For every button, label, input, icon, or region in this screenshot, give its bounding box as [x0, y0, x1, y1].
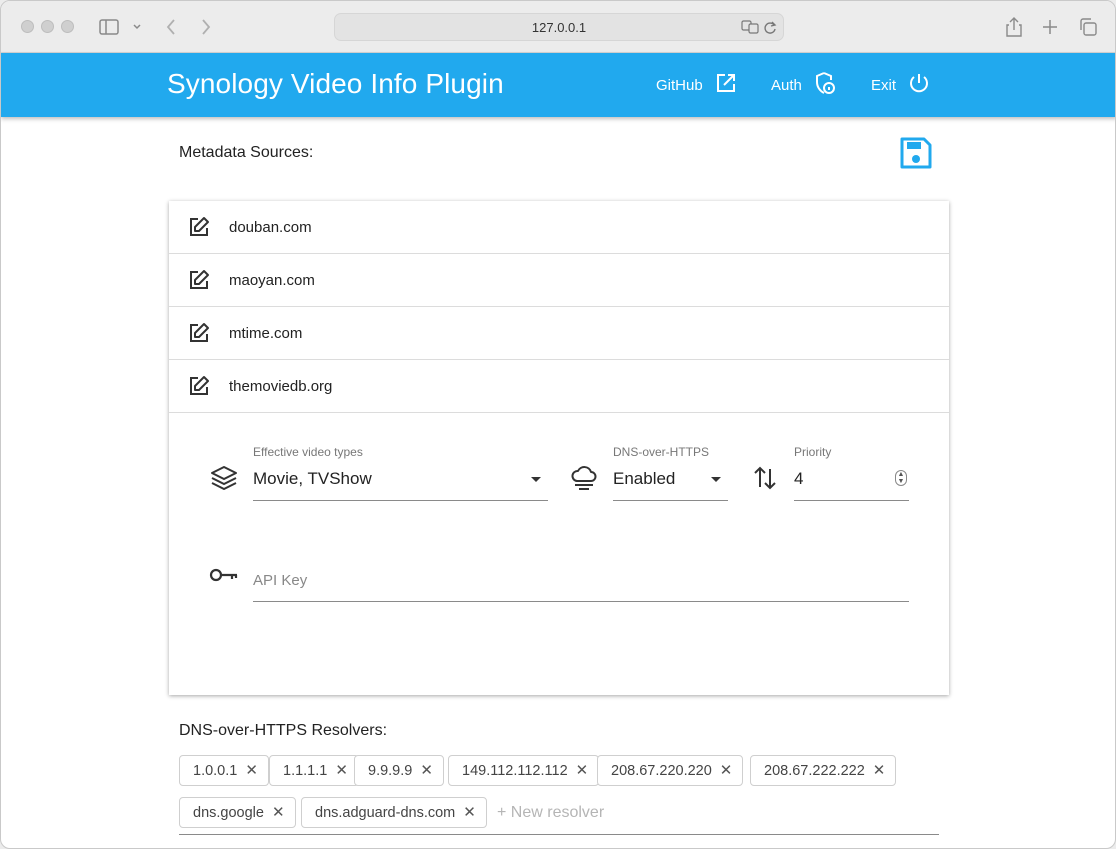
- resolver-chip: dns.google ✕: [179, 797, 296, 828]
- edit-icon: [188, 322, 210, 344]
- new-resolver-input[interactable]: [497, 803, 777, 823]
- source-row-mtime[interactable]: mtime.com: [169, 307, 949, 360]
- priority-underline: [794, 500, 909, 501]
- power-icon: [908, 72, 930, 98]
- video-types-underline: [253, 500, 548, 501]
- source-name: themoviedb.org: [229, 377, 333, 395]
- close-icon[interactable]: ✕: [463, 805, 476, 820]
- edit-icon: [188, 216, 210, 238]
- tab-overview-icon[interactable]: [1076, 15, 1100, 39]
- minimize-window-button[interactable]: [41, 20, 54, 33]
- shield-lock-icon: [814, 71, 836, 99]
- close-icon[interactable]: ✕: [335, 763, 348, 778]
- source-row-themoviedb[interactable]: themoviedb.org: [169, 360, 949, 413]
- metadata-sources-heading: Metadata Sources:: [179, 144, 314, 161]
- number-stepper[interactable]: ▲ ▼: [895, 470, 907, 486]
- close-window-button[interactable]: [21, 20, 34, 33]
- source-name: douban.com: [229, 218, 312, 236]
- url-text: 127.0.0.1: [531, 20, 587, 35]
- resolver-chip-label: dns.adguard-dns.com: [315, 804, 456, 821]
- forward-icon[interactable]: [194, 15, 218, 39]
- resolver-chip: 1.1.1.1 ✕: [269, 755, 359, 786]
- exit-button[interactable]: Exit: [871, 73, 930, 97]
- edit-icon: [188, 375, 210, 397]
- new-tab-icon[interactable]: [1038, 15, 1062, 39]
- browser-toolbar: 127.0.0.1: [1, 1, 1115, 53]
- chevron-down-icon[interactable]: [711, 477, 721, 482]
- auth-label: Auth: [771, 76, 802, 94]
- app-title: Synology Video Info Plugin: [167, 68, 504, 99]
- chevron-down-icon[interactable]: [531, 477, 541, 482]
- github-button[interactable]: GitHub: [656, 73, 737, 97]
- resolver-chip-label: 208.67.220.220: [611, 762, 712, 779]
- browser-window: 127.0.0.1 Synology Video Info Plugin Git…: [0, 0, 1116, 849]
- share-icon[interactable]: [1002, 15, 1026, 39]
- resolver-chip-label: dns.google: [193, 804, 264, 821]
- close-icon[interactable]: ✕: [576, 763, 589, 778]
- source-name: maoyan.com: [229, 271, 315, 289]
- external-link-icon: [715, 72, 737, 98]
- address-bar[interactable]: 127.0.0.1: [334, 13, 784, 41]
- layers-icon: [210, 465, 238, 491]
- doh-label: DNS-over-HTTPS: [613, 445, 710, 459]
- api-key-underline: [253, 601, 909, 602]
- doh-select[interactable]: Enabled: [613, 469, 675, 489]
- close-icon[interactable]: ✕: [873, 763, 886, 778]
- edit-icon: [188, 269, 210, 291]
- api-key-input[interactable]: API Key: [253, 572, 307, 589]
- resolver-chip: 208.67.220.220 ✕: [597, 755, 744, 786]
- close-icon[interactable]: ✕: [720, 763, 733, 778]
- priority-label: Priority: [794, 445, 832, 459]
- resolver-chip-label: 149.112.112.112: [462, 762, 568, 779]
- priority-input[interactable]: 4: [794, 469, 803, 489]
- source-row-douban[interactable]: douban.com: [169, 201, 949, 254]
- save-icon[interactable]: [899, 136, 933, 170]
- resolver-input-underline: [179, 834, 939, 835]
- resolver-chip-label: 208.67.222.222: [764, 762, 865, 779]
- resolver-chip: 1.0.0.1 ✕: [179, 755, 269, 786]
- source-row-maoyan[interactable]: maoyan.com: [169, 254, 949, 307]
- exit-label: Exit: [871, 76, 897, 94]
- close-icon[interactable]: ✕: [420, 763, 433, 778]
- close-icon[interactable]: ✕: [245, 763, 258, 778]
- resolver-chip: 9.9.9.9 ✕: [354, 755, 444, 786]
- doh-underline: [613, 500, 728, 501]
- back-icon[interactable]: [159, 15, 183, 39]
- source-name: mtime.com: [229, 324, 303, 342]
- close-icon[interactable]: ✕: [272, 805, 285, 820]
- resolver-chip-label: 1.1.1.1: [283, 762, 328, 779]
- zoom-window-button[interactable]: [61, 20, 74, 33]
- resolver-chip-label: 1.0.0.1: [193, 762, 238, 779]
- resolver-chip: dns.adguard-dns.com ✕: [301, 797, 487, 828]
- metadata-sources-card: douban.com maoyan.com mtime.com themovie…: [169, 201, 949, 695]
- auth-button[interactable]: Auth: [771, 71, 836, 99]
- reload-icon[interactable]: [763, 19, 777, 40]
- app-bar: Synology Video Info Plugin GitHub Auth E…: [1, 53, 1115, 117]
- sort-arrows-icon: [753, 465, 777, 491]
- translate-icon[interactable]: [741, 19, 759, 40]
- resolver-chip: 149.112.112.112 ✕: [448, 755, 600, 786]
- resolvers-heading: DNS-over-HTTPS Resolvers:: [179, 722, 388, 739]
- cloud-icon: [570, 464, 598, 492]
- resolver-chip-label: 9.9.9.9: [368, 762, 413, 779]
- key-icon: [209, 567, 239, 583]
- sidebar-icon[interactable]: [97, 15, 121, 39]
- video-types-label: Effective video types: [253, 445, 363, 459]
- chevron-down-icon[interactable]: [125, 15, 149, 39]
- video-types-select[interactable]: Movie, TVShow: [253, 469, 372, 489]
- github-label: GitHub: [656, 76, 703, 94]
- resolver-chip: 208.67.222.222 ✕: [750, 755, 897, 786]
